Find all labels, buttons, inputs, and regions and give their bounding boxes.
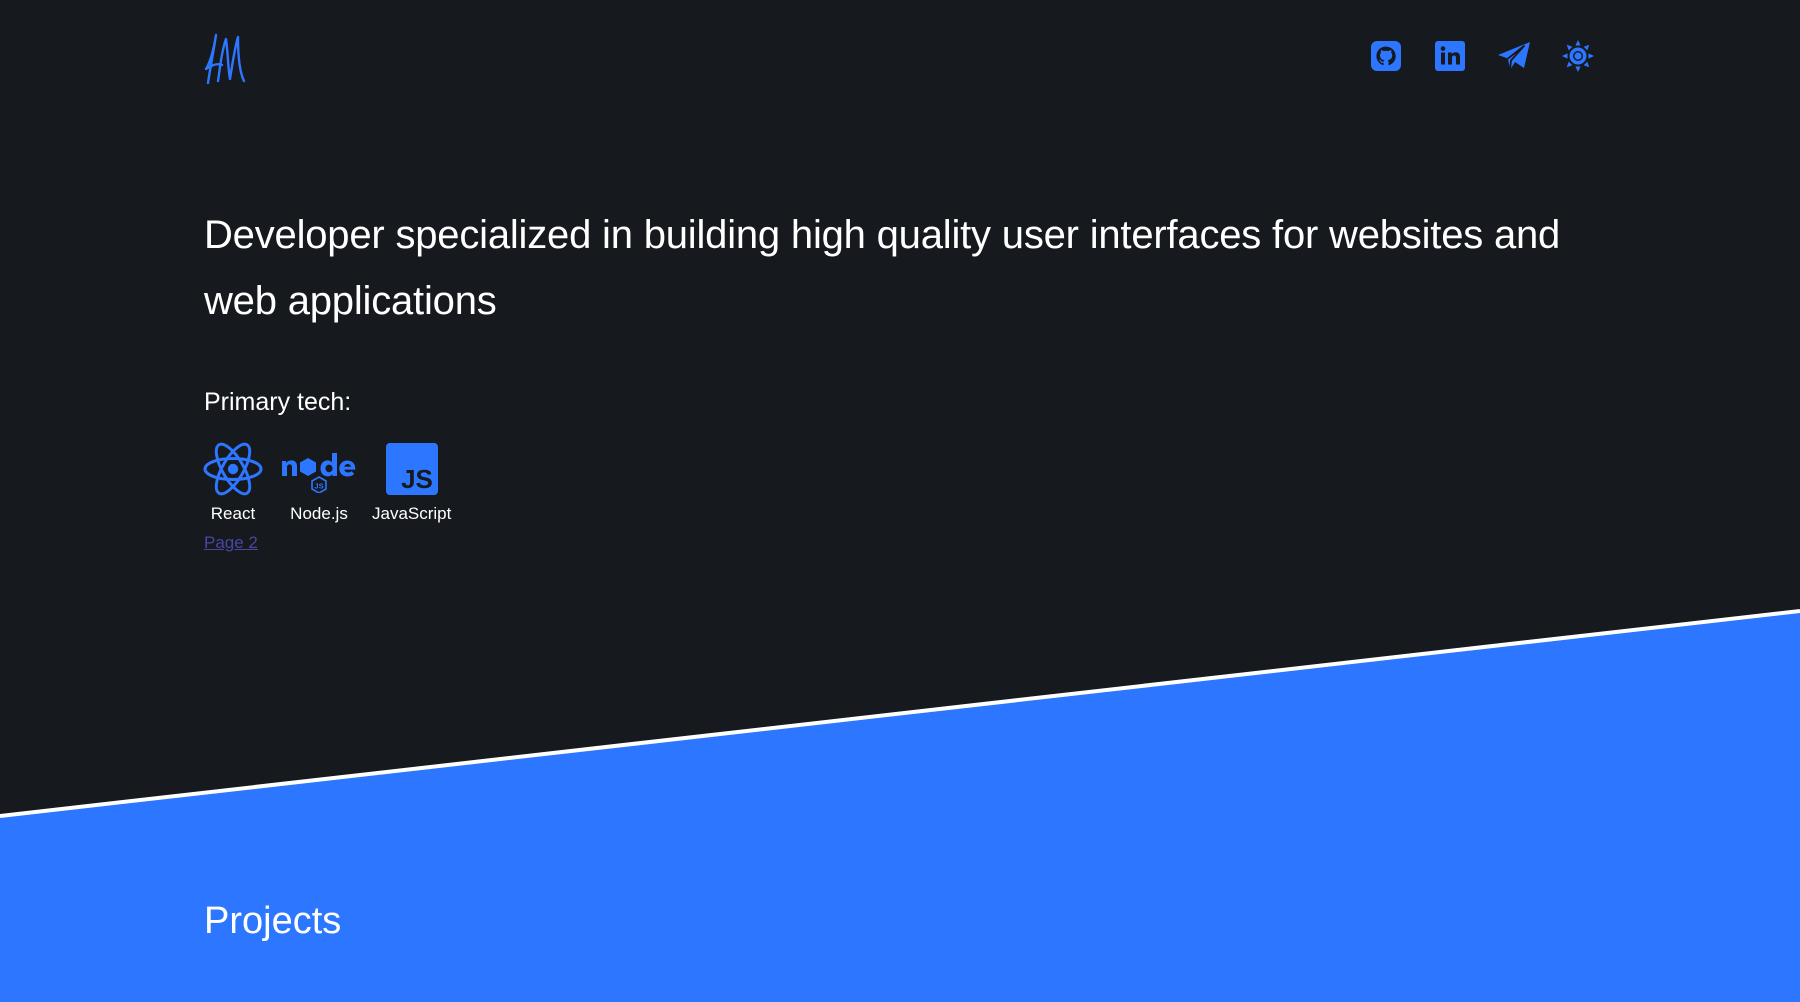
linkedin-icon[interactable] [1432, 38, 1468, 74]
tech-item-javascript: JS JavaScript [372, 440, 451, 524]
hero-headline: Developer specialized in building high q… [204, 213, 1561, 323]
tech-list: React JS Node.js JS JavaScript [200, 440, 451, 524]
javascript-icon: JS [385, 440, 439, 498]
social-nav [1368, 38, 1596, 74]
site-header [204, 26, 1596, 90]
tech-label-nodejs: Node.js [290, 504, 348, 523]
telegram-icon[interactable] [1496, 38, 1532, 74]
svg-text:JS: JS [401, 464, 433, 494]
tech-item-react: React [200, 440, 266, 524]
nodejs-icon: JS [280, 440, 358, 498]
react-icon [202, 440, 264, 498]
signature-logo-icon[interactable] [204, 29, 246, 87]
projects-section-title: Projects [204, 900, 342, 942]
page: Developer specialized in building high q… [0, 0, 1800, 1002]
svg-text:JS: JS [314, 481, 323, 490]
tech-label-javascript: JavaScript [372, 504, 452, 523]
tech-item-nodejs: JS Node.js [280, 440, 358, 524]
theme-toggle-sun-icon[interactable] [1560, 38, 1596, 74]
primary-tech-label: Primary tech: [204, 388, 352, 416]
github-icon[interactable] [1368, 38, 1404, 74]
tech-label-react: React [210, 504, 256, 523]
page-2-link[interactable]: Page 2 [204, 533, 258, 553]
